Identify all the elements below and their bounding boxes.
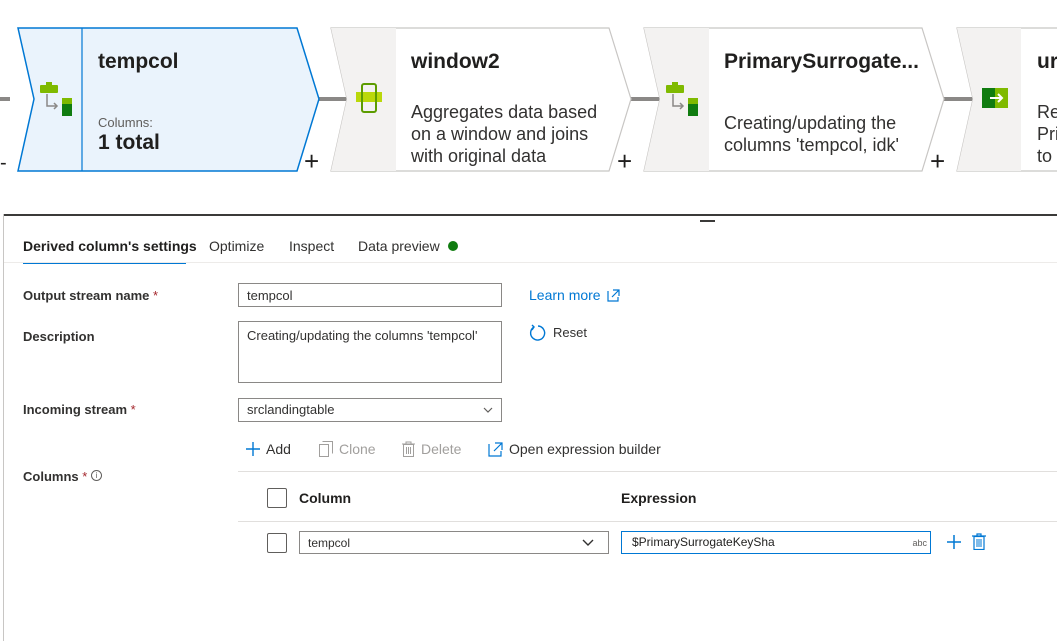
- add-column-button[interactable]: Add: [246, 441, 291, 457]
- node-description: Re Pri to: [1037, 102, 1057, 166]
- output-stream-input[interactable]: [238, 283, 502, 307]
- add-transform-button[interactable]: +: [304, 148, 319, 174]
- column-header-column: Column: [299, 490, 352, 506]
- node-description: Aggregates data based on a window and jo…: [411, 102, 598, 166]
- tab-data-preview[interactable]: Data preview: [358, 238, 458, 254]
- expression-input[interactable]: $PrimarySurrogateKeySha abc: [621, 531, 931, 554]
- tabs-divider: [4, 262, 1057, 263]
- tab-inspect[interactable]: Inspect: [289, 238, 334, 254]
- status-ok-dot: [447, 241, 458, 251]
- grid-top-border: [238, 471, 1057, 472]
- external-link-icon: [607, 289, 621, 302]
- sink-icon: [982, 88, 1008, 108]
- node-description: Creating/updating the columns 'tempcol, …: [724, 113, 899, 155]
- tab-optimize[interactable]: Optimize: [209, 238, 264, 254]
- description-label: Description: [23, 329, 95, 344]
- reset-button[interactable]: Reset: [529, 324, 587, 342]
- node-title: tempcol: [98, 50, 179, 73]
- incoming-stream-select[interactable]: srclandingtable: [238, 398, 502, 422]
- node-title: PrimarySurrogate...: [724, 50, 919, 73]
- reset-icon: [529, 324, 546, 341]
- chevron-down-icon: [483, 407, 493, 413]
- grid-header-border: [238, 521, 1057, 522]
- add-row-icon[interactable]: [946, 534, 962, 550]
- external-link-icon: [488, 442, 503, 457]
- node-columns-label: Columns:: [98, 115, 153, 130]
- clone-icon: [319, 441, 333, 458]
- splitter-grip[interactable]: [700, 220, 715, 222]
- panel-left-border: [3, 214, 4, 641]
- delete-button[interactable]: Delete: [402, 441, 461, 458]
- clone-button[interactable]: Clone: [319, 441, 376, 458]
- description-textarea[interactable]: Creating/updating the columns 'tempcol': [238, 321, 502, 383]
- select-all-checkbox[interactable]: [267, 488, 287, 508]
- columns-label: Columns * i: [23, 469, 102, 484]
- row-checkbox[interactable]: [267, 533, 287, 553]
- left-edge-mark: -: [0, 152, 7, 174]
- delete-row-icon[interactable]: [972, 533, 986, 550]
- learn-more-link[interactable]: Learn more: [529, 287, 621, 303]
- column-header-expression: Expression: [621, 490, 697, 506]
- info-icon[interactable]: i: [90, 470, 102, 481]
- column-name-select[interactable]: tempcol: [299, 531, 609, 554]
- plus-icon: [246, 442, 260, 457]
- chevron-down-icon: [582, 539, 594, 546]
- panel-splitter[interactable]: [4, 214, 1057, 216]
- open-expression-builder-button[interactable]: Open expression builder: [488, 441, 661, 457]
- type-badge: abc: [912, 538, 927, 548]
- pipeline-canvas: tempcol Columns: 1 total window2 Aggrega…: [0, 0, 1057, 214]
- incoming-stream-label: Incoming stream *: [23, 402, 136, 417]
- tab-derived-column-settings[interactable]: Derived column's settings: [23, 238, 197, 254]
- output-stream-label: Output stream name *: [23, 288, 159, 303]
- add-transform-button[interactable]: +: [930, 148, 945, 174]
- trash-icon: [402, 441, 415, 458]
- add-transform-button[interactable]: +: [617, 148, 632, 174]
- node-title: window2: [411, 50, 500, 73]
- node-title: ur: [1037, 50, 1057, 73]
- node-columns-count: 1 total: [98, 131, 160, 154]
